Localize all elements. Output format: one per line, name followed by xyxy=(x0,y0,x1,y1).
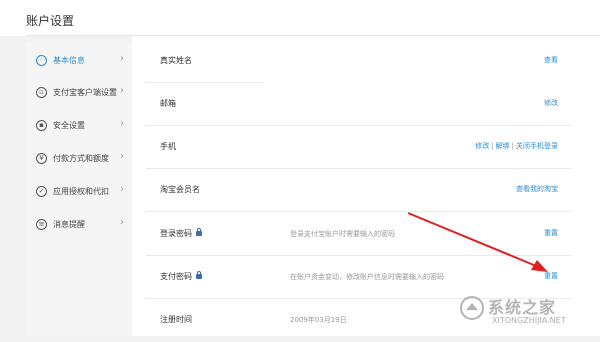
arrow-head xyxy=(531,260,548,272)
arrow-shaft xyxy=(407,212,542,269)
watermark-url: XITONGZHIJIA.NET xyxy=(492,316,566,325)
watermark: 系统之家 XITONGZHIJIA.NET xyxy=(448,288,598,334)
watermark-logo-icon xyxy=(460,296,484,320)
annotation-arrow xyxy=(407,212,548,272)
watermark-text: 系统之家 xyxy=(488,298,557,317)
